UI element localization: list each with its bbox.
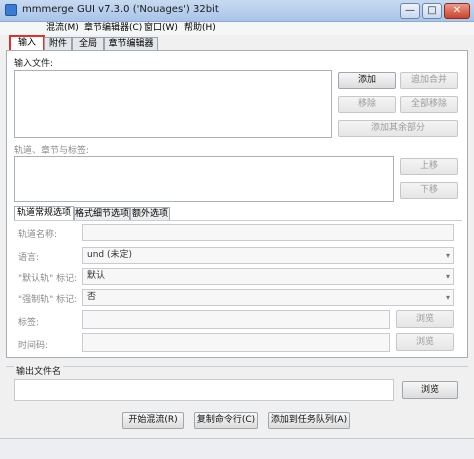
tracks-list[interactable] — [14, 156, 394, 202]
tab-chapter-editor[interactable]: 章节编辑器 — [104, 37, 158, 51]
tab-input[interactable]: 输入 — [9, 35, 45, 52]
forced-flag-select[interactable]: 否 ▾ — [82, 289, 454, 306]
subtab-separator — [14, 220, 462, 221]
subtab-format-options[interactable]: 格式细节选项 — [74, 207, 130, 221]
output-separator — [6, 366, 468, 367]
menu-window[interactable]: 窗口(W) — [142, 22, 180, 35]
tracks-label: 轨道、章节与标签: — [14, 146, 90, 156]
track-name-input[interactable] — [82, 224, 454, 241]
forced-flag-value: 否 — [87, 292, 97, 302]
add-to-queue-button[interactable]: 添加到任务队列(A) — [268, 412, 350, 429]
tags-browse-button[interactable]: 浏览 — [396, 310, 454, 328]
status-bar — [0, 438, 474, 459]
app-icon — [5, 4, 17, 16]
timecodes-label: 时间码: — [18, 341, 49, 351]
append-button[interactable]: 追加合并 — [400, 72, 458, 89]
menu-help[interactable]: 帮助(H) — [182, 22, 218, 35]
menu-mux[interactable]: 混流(M) — [44, 22, 81, 35]
language-label: 语言: — [18, 253, 40, 263]
chevron-down-icon: ▾ — [445, 272, 450, 281]
window-title: mmmerge GUI v7.3.0 ('Nouages') 32bit — [22, 4, 219, 15]
maximize-button[interactable]: □ — [422, 3, 442, 19]
subtab-extra-options[interactable]: 额外选项 — [130, 207, 170, 221]
default-flag-value: 默认 — [87, 271, 106, 281]
remove-button[interactable]: 移除 — [338, 96, 396, 113]
default-flag-label: "默认轨" 标记: — [18, 274, 78, 284]
timecodes-browse-button[interactable]: 浏览 — [396, 333, 454, 351]
subtab-general-options[interactable]: 轨道常规选项 — [14, 206, 74, 220]
add-other-parts-button[interactable]: 添加其余部分 — [338, 120, 458, 137]
remove-all-button[interactable]: 全部移除 — [400, 96, 458, 113]
move-up-button[interactable]: 上移 — [400, 158, 458, 175]
chevron-down-icon: ▾ — [445, 293, 450, 302]
menu-chapter-editor[interactable]: 章节编辑器(C) — [82, 22, 144, 35]
chevron-down-icon: ▾ — [445, 251, 450, 260]
input-files-list[interactable] — [14, 70, 332, 138]
timecodes-input[interactable] — [82, 333, 390, 352]
output-browse-button[interactable]: 浏览 — [402, 381, 458, 399]
tags-label: 标签: — [18, 318, 40, 328]
input-files-label: 输入文件: — [14, 59, 54, 69]
forced-flag-label: "强制轨" 标记: — [18, 295, 78, 305]
track-name-label: 轨道名称: — [18, 230, 58, 240]
menu-bar: 混流(M) 章节编辑器(C) 窗口(W) 帮助(H) — [0, 22, 474, 35]
language-select[interactable]: und (未定) ▾ — [82, 247, 454, 264]
add-button[interactable]: 添加 — [338, 72, 396, 89]
move-down-button[interactable]: 下移 — [400, 182, 458, 199]
tab-attachments[interactable]: 附件 — [44, 37, 72, 51]
close-button[interactable]: ✕ — [444, 3, 470, 19]
output-filename-input[interactable] — [14, 379, 394, 401]
language-value: und (未定) — [87, 250, 133, 260]
minimize-button[interactable]: — — [400, 3, 420, 19]
start-mux-button[interactable]: 开始混流(R) — [122, 412, 184, 429]
tags-input[interactable] — [82, 310, 390, 329]
default-flag-select[interactable]: 默认 ▾ — [82, 268, 454, 285]
copy-command-button[interactable]: 复制命令行(C) — [194, 412, 258, 429]
tab-global[interactable]: 全局 — [72, 37, 104, 51]
output-label: 输出文件名 — [14, 364, 64, 377]
